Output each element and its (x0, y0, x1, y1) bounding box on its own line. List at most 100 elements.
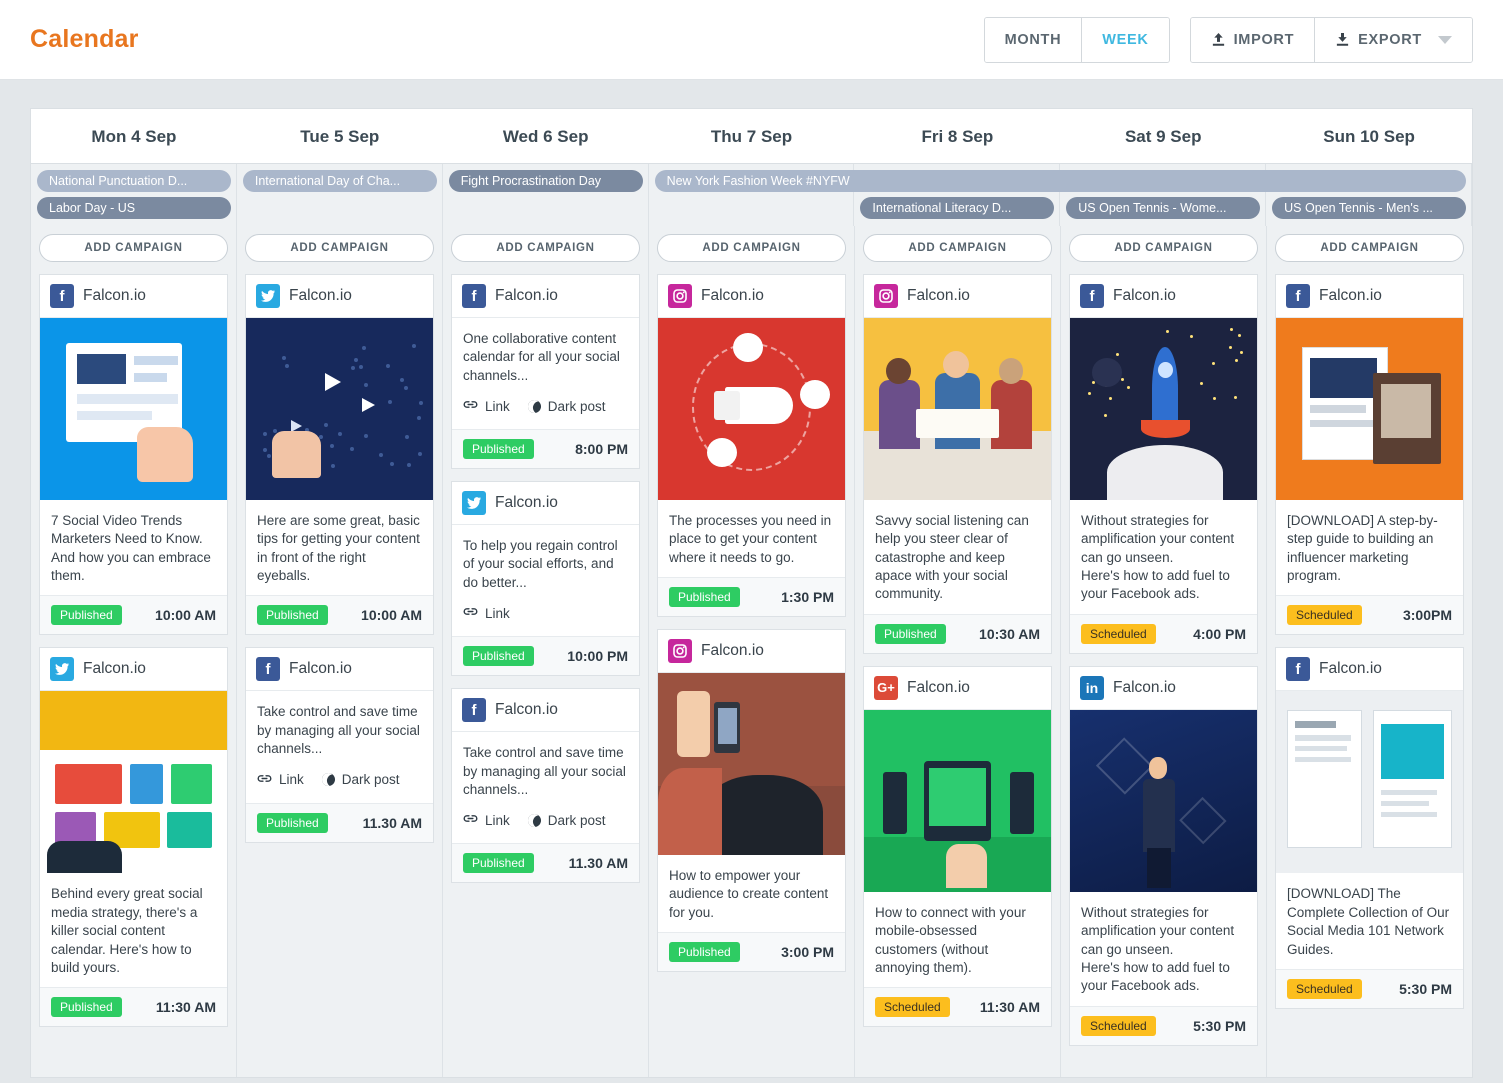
post-card[interactable]: f Falcon.io 7 Social Video Trends Marketer… (39, 274, 228, 635)
profile-name: Falcon.io (1113, 679, 1176, 697)
day-column-3: ADD CAMPAIGN Falcon.io The processes you n… (649, 226, 855, 1077)
post-card[interactable]: Falcon.io The processes you need in place… (657, 274, 846, 617)
add-campaign-button[interactable]: ADD CAMPAIGN (245, 234, 434, 262)
dark-post-attachment[interactable]: Dark post (528, 813, 606, 828)
holiday-pill[interactable]: New York Fashion Week #NYFW (655, 170, 1466, 192)
day-header-1: Tue 5 Sep (237, 109, 443, 163)
day-header-6: Sun 10 Sep (1266, 109, 1472, 163)
dark-post-attachment[interactable]: Dark post (528, 399, 606, 414)
status-badge: Published (463, 439, 534, 459)
app-header: Calendar MONTH WEEK IMPORT EXPORT (0, 0, 1503, 80)
add-campaign-button[interactable]: ADD CAMPAIGN (1069, 234, 1258, 262)
add-campaign-button[interactable]: ADD CAMPAIGN (657, 234, 846, 262)
day-column-6: ADD CAMPAIGN f Falcon.io [DOWNLOAD] A step-… (1267, 226, 1472, 1077)
post-attachments: Link (452, 602, 639, 636)
post-card[interactable]: in Falcon.io Without strategies for amplif… (1069, 666, 1258, 1046)
post-image (658, 318, 845, 500)
status-badge: Published (463, 646, 534, 666)
attachment-label: Link (485, 813, 510, 828)
export-label: EXPORT (1358, 32, 1422, 48)
header-actions: MONTH WEEK IMPORT EXPORT (984, 17, 1473, 63)
facebook-icon: f (1080, 284, 1104, 308)
page-title: Calendar (30, 25, 139, 54)
post-card[interactable]: Falcon.io Behind every great social media… (39, 647, 228, 1027)
instagram-icon (874, 284, 898, 308)
attachment-label: Link (485, 399, 510, 414)
post-card-header: f Falcon.io (1276, 275, 1463, 318)
month-view-button[interactable]: MONTH (985, 18, 1082, 62)
post-time: 11:30 AM (980, 999, 1040, 1015)
add-campaign-button[interactable]: ADD CAMPAIGN (863, 234, 1052, 262)
post-card-header: f Falcon.io (452, 275, 639, 318)
holiday-pill[interactable]: US Open Tennis - Wome... (1066, 197, 1260, 219)
post-image (1276, 318, 1463, 500)
profile-name: Falcon.io (701, 287, 764, 305)
post-card-header: f Falcon.io (1276, 648, 1463, 691)
chevron-down-icon[interactable] (1438, 36, 1452, 44)
add-campaign-button[interactable]: ADD CAMPAIGN (39, 234, 228, 262)
post-card[interactable]: f Falcon.io One collaborative content cale… (451, 274, 640, 469)
status-badge: Published (669, 942, 740, 962)
post-text: 7 Social Video Trends Marketers Need to … (40, 500, 227, 595)
post-card-footer: Published 10:30 AM (864, 614, 1051, 653)
post-card-footer: Scheduled 3:00PM (1276, 595, 1463, 634)
post-text: Behind every great social media strategy… (40, 873, 227, 987)
post-card[interactable]: f Falcon.io Take control and save time by … (451, 688, 640, 883)
holiday-pill[interactable]: Labor Day - US (37, 197, 231, 219)
post-time: 10:00 AM (155, 607, 216, 623)
holiday-pill[interactable]: Fight Procrastination Day (449, 170, 643, 192)
post-card[interactable]: f Falcon.io [DOWNLOAD] The Complete Collec… (1275, 647, 1464, 1008)
post-card[interactable]: f Falcon.io Take control and save time by … (245, 647, 434, 842)
holiday-pill[interactable]: International Literacy D... (860, 197, 1054, 219)
link-icon (463, 397, 478, 415)
post-card-header: G+ Falcon.io (864, 667, 1051, 710)
instagram-icon (668, 284, 692, 308)
post-card[interactable]: G+ Falcon.io How to connect with your mobi… (863, 666, 1052, 1027)
post-image (864, 710, 1051, 892)
link-attachment[interactable]: Link (463, 811, 510, 829)
dark-post-attachment[interactable]: Dark post (322, 772, 400, 787)
post-card[interactable]: f Falcon.io [DOWNLOAD] A step-by-step guid… (1275, 274, 1464, 635)
facebook-icon: f (50, 284, 74, 308)
post-image (40, 318, 227, 500)
week-view-button[interactable]: WEEK (1081, 18, 1168, 62)
post-time: 5:30 PM (1399, 981, 1452, 997)
post-image (1070, 710, 1257, 892)
add-campaign-button[interactable]: ADD CAMPAIGN (451, 234, 640, 262)
post-text: The processes you need in place to get y… (658, 500, 845, 577)
link-attachment[interactable]: Link (463, 604, 510, 622)
profile-name: Falcon.io (1113, 287, 1176, 305)
post-text: Here are some great, basic tips for gett… (246, 500, 433, 595)
post-card-header: Falcon.io (246, 275, 433, 318)
post-text: Without strategies for amplification you… (1070, 892, 1257, 1006)
post-card-header: Falcon.io (658, 275, 845, 318)
post-time: 5:30 PM (1193, 1018, 1246, 1034)
post-card[interactable]: f Falcon.io Without strategies for amplifi… (1069, 274, 1258, 654)
post-time: 8:00 PM (575, 441, 628, 457)
download-icon (1335, 32, 1350, 47)
link-attachment[interactable]: Link (463, 397, 510, 415)
post-card-footer: Scheduled 11:30 AM (864, 987, 1051, 1026)
post-card[interactable]: Falcon.io Savvy social listening can help… (863, 274, 1052, 654)
day-header-row: Mon 4 Sep Tue 5 Sep Wed 6 Sep Thu 7 Sep Fri … (31, 109, 1472, 164)
post-attachments: Link Dark post (452, 809, 639, 843)
linkedin-icon: in (1080, 676, 1104, 700)
holiday-pill[interactable]: International Day of Cha... (243, 170, 437, 192)
calendar-wrapper: Mon 4 Sep Tue 5 Sep Wed 6 Sep Thu 7 Sep Fri … (0, 80, 1503, 1078)
holiday-pill[interactable]: US Open Tennis - Men's ... (1272, 197, 1466, 219)
post-time: 11.30 AM (569, 855, 628, 871)
holiday-pill[interactable]: National Punctuation D... (37, 170, 231, 192)
export-button[interactable]: EXPORT (1314, 18, 1472, 62)
post-text: [DOWNLOAD] A step-by-step guide to build… (1276, 500, 1463, 595)
post-card-header: f Falcon.io (452, 689, 639, 732)
profile-name: Falcon.io (83, 660, 146, 678)
add-campaign-button[interactable]: ADD CAMPAIGN (1275, 234, 1464, 262)
post-time: 10:00 PM (567, 648, 628, 664)
post-card[interactable]: Falcon.io How to empower your audience to… (657, 629, 846, 972)
post-card[interactable]: Falcon.io To help you regain control of y… (451, 481, 640, 676)
import-button[interactable]: IMPORT (1191, 18, 1315, 62)
post-card[interactable]: Falcon.io Here are some great, basic tips… (245, 274, 434, 635)
link-attachment[interactable]: Link (257, 771, 304, 789)
post-card-footer: Scheduled 5:30 PM (1276, 969, 1463, 1008)
holiday-band: National Punctuation D... Labor Day - US I… (31, 164, 1472, 226)
